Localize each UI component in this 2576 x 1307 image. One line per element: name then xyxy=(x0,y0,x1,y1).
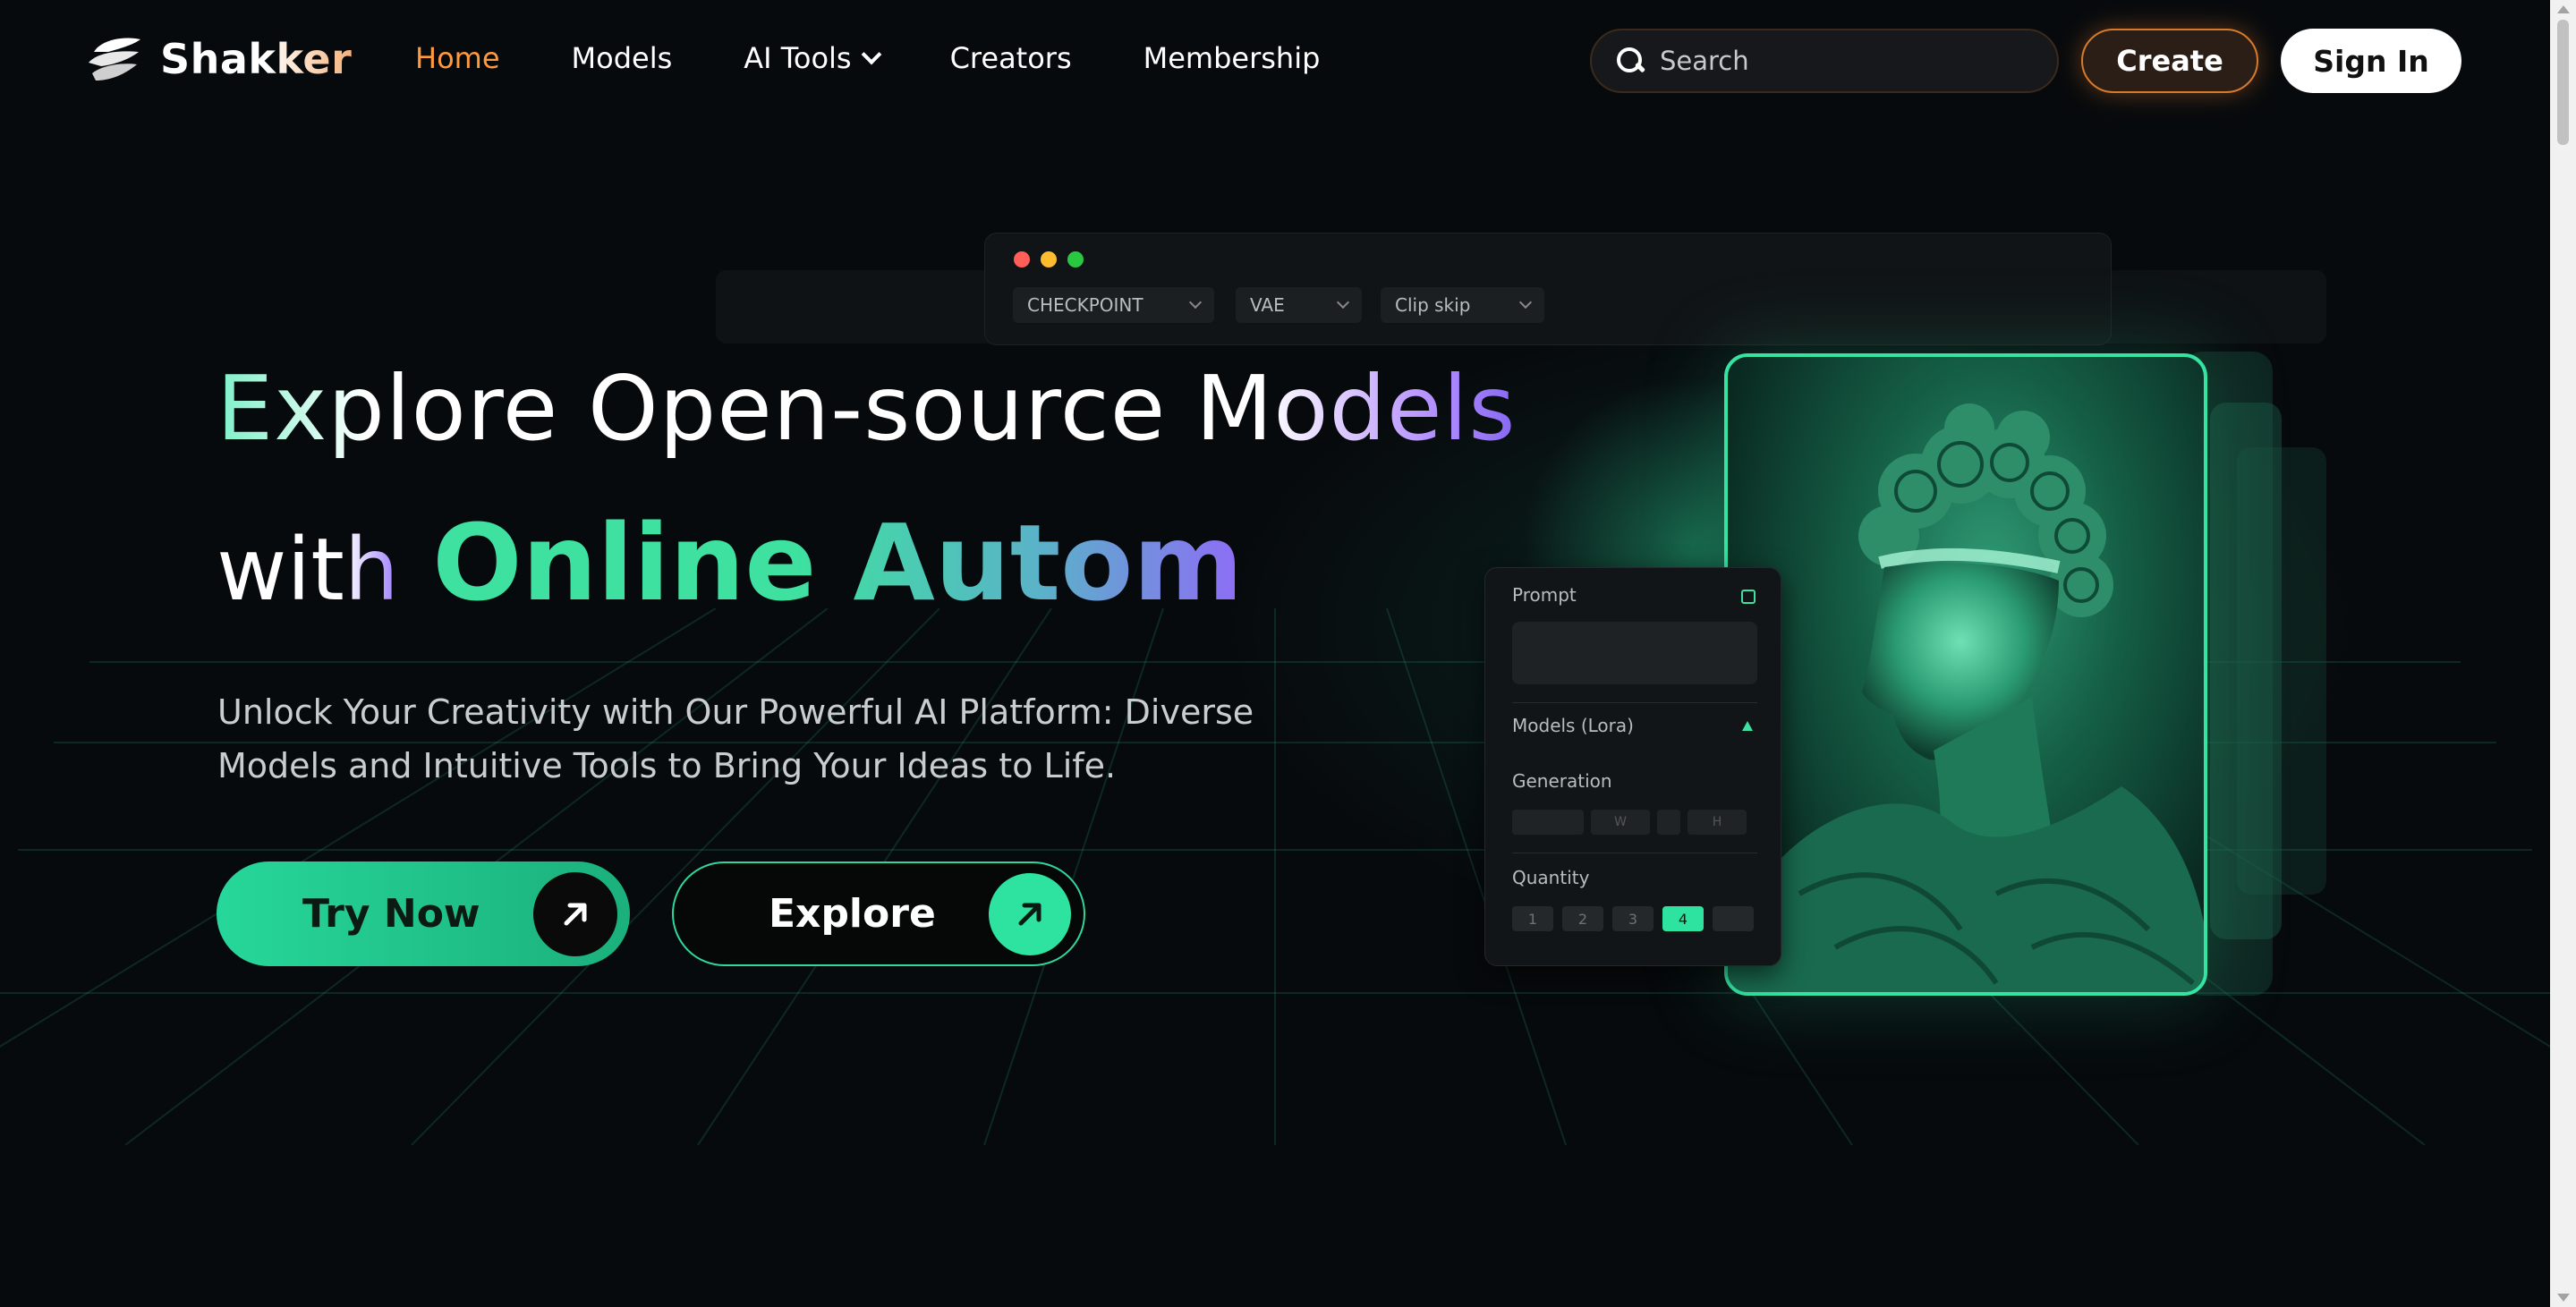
close-dot-icon xyxy=(1014,251,1030,267)
app-toolbar-mock: CHECKPOINT VAE Clip skip xyxy=(984,233,2112,345)
select-label: CHECKPOINT xyxy=(1027,294,1143,316)
clip-skip-select: Clip skip xyxy=(1381,287,1544,323)
nav-item-label: Creators xyxy=(949,41,1072,75)
nav-item-label: Home xyxy=(415,41,500,75)
link-icon xyxy=(1657,810,1680,835)
quantity-option: 3 xyxy=(1612,906,1654,931)
page: Shakker Home Models AI Tools Creators Me… xyxy=(0,0,2550,1307)
search-box[interactable] xyxy=(1590,29,2059,93)
arrow-up-right-icon xyxy=(989,873,1071,955)
main-nav: Home Models AI Tools Creators Membership xyxy=(415,41,1391,75)
hero-title-highlight: Online Autom xyxy=(432,501,1244,624)
window-controls xyxy=(1014,251,1084,267)
divider xyxy=(1512,702,1757,703)
hero-title-line-2: with Online Autom xyxy=(217,501,1243,624)
statue-image xyxy=(1724,353,2207,996)
height-field: H xyxy=(1688,810,1747,835)
chevron-down-icon xyxy=(1188,295,1203,310)
ratio-select xyxy=(1512,810,1584,835)
chevron-down-icon xyxy=(1336,295,1350,310)
brand-logo[interactable]: Shakker xyxy=(85,32,352,86)
prompt-textarea xyxy=(1512,622,1757,684)
models-label: Models (Lora) xyxy=(1512,715,1634,736)
scroll-up-arrow-icon[interactable] xyxy=(2557,5,2570,13)
nav-item-creators[interactable]: Creators xyxy=(950,41,1072,75)
explore-button[interactable]: Explore xyxy=(672,861,1085,966)
brand-name: Shakker xyxy=(160,35,353,83)
nav-item-label: AI Tools xyxy=(744,41,852,75)
quantity-option: 2 xyxy=(1562,906,1603,931)
scrollbar[interactable] xyxy=(2550,0,2576,1307)
quantity-option-selected: 4 xyxy=(1662,906,1704,931)
quantity-option xyxy=(1713,906,1754,931)
nav-item-membership[interactable]: Membership xyxy=(1143,41,1321,75)
quantity-options: 1 2 3 4 xyxy=(1512,906,1754,931)
models-icon xyxy=(1742,721,1753,731)
maximize-dot-icon xyxy=(1067,251,1084,267)
generation-size-row: W H xyxy=(1512,810,1747,835)
try-now-button[interactable]: Try Now xyxy=(217,861,630,966)
try-now-label: Try Now xyxy=(302,891,480,937)
nav-item-home[interactable]: Home xyxy=(415,41,500,75)
search-input[interactable] xyxy=(1660,46,2036,76)
width-field: W xyxy=(1591,810,1650,835)
vae-select: VAE xyxy=(1236,287,1362,323)
statue-illustration xyxy=(1728,403,2204,992)
nav-item-ai-tools[interactable]: AI Tools xyxy=(744,41,881,75)
search-icon xyxy=(1615,46,1645,76)
scroll-down-arrow-icon[interactable] xyxy=(2557,1294,2570,1302)
note-icon xyxy=(1741,590,1756,604)
nav-item-models[interactable]: Models xyxy=(572,41,673,75)
minimize-dot-icon xyxy=(1041,251,1057,267)
generation-label: Generation xyxy=(1512,770,1612,792)
explore-label: Explore xyxy=(769,891,936,937)
select-label: Clip skip xyxy=(1395,294,1471,316)
select-label: VAE xyxy=(1250,294,1285,316)
checkpoint-select: CHECKPOINT xyxy=(1013,287,1214,323)
nav-item-label: Membership xyxy=(1143,41,1321,75)
hero-subtitle: Unlock Your Creativity with Our Powerful… xyxy=(217,692,1254,785)
sign-in-button[interactable]: Sign In xyxy=(2281,29,2461,93)
nav-item-label: Models xyxy=(571,41,673,75)
prompt-label: Prompt xyxy=(1512,584,1577,606)
arrow-up-right-icon xyxy=(533,872,617,956)
prompt-panel: Prompt Models (Lora) Generation W H Quan… xyxy=(1484,567,1781,966)
hero-title-prefix: with xyxy=(217,520,399,620)
chevron-down-icon xyxy=(1518,295,1533,310)
shakker-logo-icon xyxy=(89,38,140,81)
hero-title-line-1: Explore Open-source Models xyxy=(217,356,1517,461)
quantity-option: 1 xyxy=(1512,906,1553,931)
chevron-down-icon xyxy=(861,44,881,65)
create-button[interactable]: Create xyxy=(2081,29,2258,93)
stack-card xyxy=(2210,403,2282,939)
scroll-thumb[interactable] xyxy=(2557,20,2569,145)
quantity-label: Quantity xyxy=(1512,867,1590,888)
site-header: Shakker Home Models AI Tools Creators Me… xyxy=(0,0,2550,125)
